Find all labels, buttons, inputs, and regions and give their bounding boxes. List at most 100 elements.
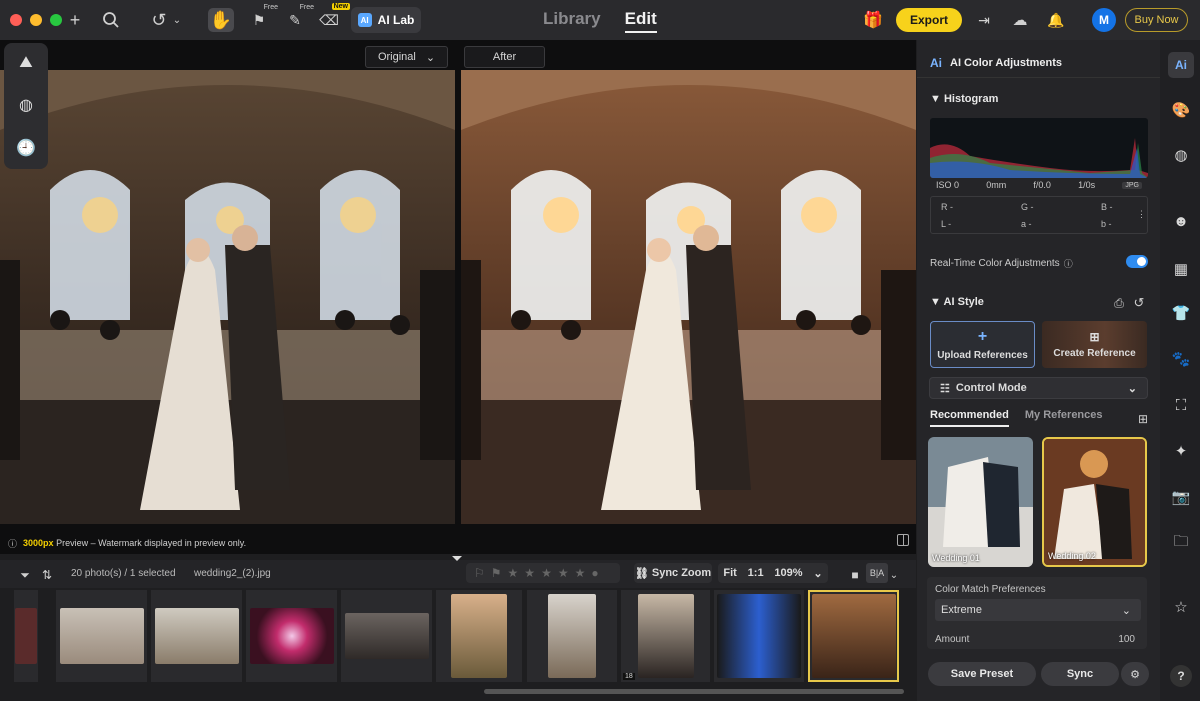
undo-icon[interactable]: ↺ (146, 8, 172, 32)
star-icon[interactable]: ★ (541, 566, 552, 580)
thumbnail[interactable] (341, 590, 432, 682)
star-icon[interactable]: ★ (558, 566, 569, 580)
style-tabs: Recommended My References (930, 409, 1148, 427)
chevron-down-icon[interactable]: ⌄ (813, 567, 822, 580)
style-card-wedding-01[interactable]: Wedding 01 (928, 437, 1033, 567)
style-card-wedding-02[interactable]: Wedding 02 (1042, 437, 1147, 567)
magic-icon[interactable]: ✦ (1168, 438, 1194, 464)
history-icon[interactable]: 🕘 (16, 138, 36, 158)
crop-icon[interactable]: ⛶ (1168, 392, 1194, 418)
sort-icon[interactable]: ⇅ (34, 563, 60, 587)
shirt-icon[interactable]: 👕 (1168, 300, 1194, 326)
portrait-icon[interactable]: ☻ (1168, 208, 1194, 234)
star-icon[interactable]: ★ (524, 566, 535, 580)
palette-icon[interactable]: 🎨 (1168, 97, 1194, 123)
filmstrip-scrollbar[interactable] (484, 689, 904, 694)
plus-icon: + (977, 328, 988, 345)
tab-recommended[interactable]: Recommended (930, 409, 1009, 427)
tab-library[interactable]: Library (543, 9, 601, 33)
single-view-icon[interactable]: ■ (842, 563, 868, 587)
after-label: After (464, 46, 545, 68)
flag-icon[interactable]: ⚐ (474, 566, 485, 580)
share-icon[interactable]: ⇥ (971, 8, 997, 32)
realtime-toggle-row: Real-Time Color Adjustments ⓘ (930, 257, 1073, 270)
grid-tool-icon[interactable]: ▦ (1168, 256, 1194, 282)
create-reference-button[interactable]: ⊞ Create Reference (1042, 321, 1147, 368)
folder-search-icon[interactable]: 🗀 (1168, 530, 1194, 556)
chevron-down-icon[interactable]: ⌄ (886, 563, 902, 587)
chevron-down-icon[interactable]: ⌄ (170, 8, 184, 32)
camera-icon[interactable]: 📷 (1168, 484, 1194, 510)
zoom-controls: Fit 1:1 109% ⌄ (718, 563, 828, 583)
star-icon[interactable]: ★ (575, 566, 586, 580)
preview-notice: ⓘ 3000px Preview – Watermark displayed i… (8, 538, 247, 549)
sync-zoom-button[interactable]: ⛓ Sync Zoom (634, 563, 712, 583)
sliders-icon: ☷ (940, 382, 950, 395)
ai-adjust-icon[interactable]: Ai (1168, 52, 1194, 78)
tab-edit[interactable]: Edit (624, 9, 657, 33)
gear-icon[interactable]: ⚙ (1121, 662, 1149, 686)
collapse-filmstrip-icon[interactable] (452, 556, 462, 561)
thumbnail[interactable] (527, 590, 617, 682)
minimize-window-button[interactable] (30, 14, 42, 26)
thumbnail[interactable] (436, 590, 522, 682)
sync-button[interactable]: Sync (1041, 662, 1119, 686)
grid-view-icon[interactable]: ⊞ (1130, 407, 1156, 431)
save-preset-button[interactable]: Save Preset (928, 662, 1036, 686)
star-icon[interactable]: ★ (508, 566, 519, 580)
thumbnail[interactable]: 18 (621, 590, 710, 682)
add-icon[interactable]: + (62, 8, 88, 32)
stamp-tool-icon[interactable]: ⚑ Free (246, 4, 278, 32)
reject-flag-icon[interactable]: ⚑ (491, 566, 502, 580)
one-to-one-button[interactable]: 1:1 (748, 567, 764, 579)
landscape-icon[interactable]: ⛰ (19, 54, 32, 72)
thumbnail[interactable] (246, 590, 337, 682)
help-circle-icon[interactable]: ⓘ (1064, 257, 1073, 270)
search-icon[interactable] (98, 8, 124, 32)
realtime-toggle[interactable] (1126, 255, 1148, 268)
control-mode-dropdown[interactable]: ☷ Control Mode ⌄ (929, 377, 1148, 399)
grain-icon[interactable]: ◍ (1168, 142, 1194, 168)
gift-icon[interactable]: 🎁 (860, 8, 886, 32)
thumbnail[interactable] (14, 590, 38, 682)
hand-tool-icon[interactable]: ✋ (208, 8, 234, 32)
before-after-view-icon[interactable]: B|A (866, 563, 888, 583)
ai-style-section-toggle[interactable]: ▼ AI Style (930, 296, 984, 308)
texture-icon[interactable]: ◍ (19, 95, 33, 115)
ai-lab-button[interactable]: AI AI Lab (351, 7, 421, 33)
triangle-down-icon: ▼ (930, 93, 944, 105)
maximize-window-button[interactable] (50, 14, 62, 26)
stack-count-badge: 18 (623, 673, 635, 680)
avatar[interactable]: M (1092, 8, 1116, 32)
thumbnail[interactable] (714, 590, 804, 682)
original-dropdown[interactable]: Original ⌄ (365, 46, 448, 68)
color-label-icon[interactable]: ● (591, 566, 598, 580)
close-window-button[interactable] (10, 14, 22, 26)
reset-icon[interactable]: ↺ (1126, 291, 1152, 315)
eraser-tool-icon[interactable]: ⌫ New (316, 3, 350, 32)
favorites-icon[interactable]: ☆ (1168, 594, 1194, 620)
buy-now-button[interactable]: Buy Now (1125, 8, 1188, 32)
bell-icon[interactable]: 🔔 (1043, 8, 1069, 32)
original-photo[interactable] (0, 70, 455, 524)
zoom-level[interactable]: 109% (774, 567, 802, 579)
after-photo[interactable] (461, 70, 916, 524)
upload-references-button[interactable]: + Upload References (930, 321, 1035, 368)
brush-tool-icon[interactable]: ✎ Free (282, 4, 314, 32)
preference-dropdown[interactable]: Extreme ⌄ (935, 599, 1141, 621)
thumbnail[interactable] (151, 590, 242, 682)
thumbnail[interactable] (56, 590, 147, 682)
tab-my-references[interactable]: My References (1025, 409, 1103, 427)
panel-header: Ai AI Color Adjustments (917, 48, 1160, 78)
help-icon[interactable]: ? (1170, 665, 1192, 687)
cloud-icon[interactable]: ☁ (1007, 8, 1033, 32)
histogram-section-toggle[interactable]: ▼ Histogram (930, 93, 998, 105)
split-view-icon[interactable] (897, 534, 909, 546)
thumbnail-selected[interactable] (808, 590, 899, 682)
create-reference-icon: ⊞ (1089, 330, 1100, 344)
more-icon[interactable]: ⋮ (1137, 209, 1146, 220)
paw-icon[interactable]: 🐾 (1168, 346, 1194, 372)
mode-switcher: Library Edit (543, 9, 657, 33)
export-button[interactable]: Export (896, 8, 962, 32)
fit-button[interactable]: Fit (723, 567, 736, 579)
